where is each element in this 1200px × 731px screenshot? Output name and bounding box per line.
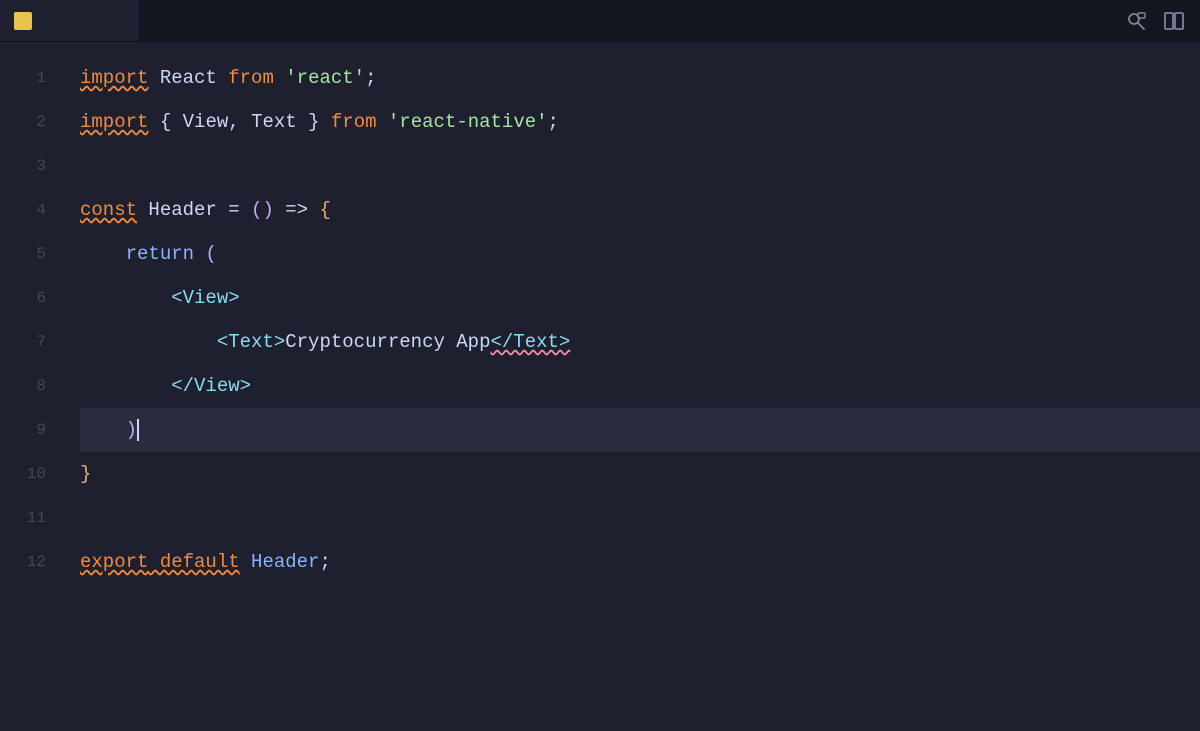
code-token: {	[319, 188, 330, 232]
file-tab[interactable]	[0, 0, 140, 41]
line-number: 5	[0, 232, 46, 276]
code-token: )	[126, 408, 137, 452]
code-line: const Header = () => {	[80, 188, 1200, 232]
split-editor-icon[interactable]	[1160, 7, 1188, 35]
code-token: 'react'	[274, 56, 365, 100]
line-number: 8	[0, 364, 46, 408]
code-token: Header	[137, 188, 228, 232]
code-token: ;	[365, 56, 376, 100]
code-token: }	[80, 452, 91, 496]
code-token: return	[126, 232, 194, 276]
line-number: 1	[0, 56, 46, 100]
code-token: }	[297, 100, 331, 144]
code-token: {	[148, 100, 182, 144]
line-number: 2	[0, 100, 46, 144]
line-number: 3	[0, 144, 46, 188]
code-line: )	[80, 408, 1200, 452]
code-token: ;	[548, 100, 559, 144]
code-token: </View>	[171, 364, 251, 408]
code-token: ,	[228, 100, 251, 144]
code-token: export	[80, 540, 148, 584]
code-line: }	[80, 452, 1200, 496]
code-line: import { View, Text } from 'react-native…	[80, 100, 1200, 144]
code-token: Cryptocurrency App	[285, 320, 490, 364]
code-token: =	[228, 188, 251, 232]
code-token: React	[148, 56, 228, 100]
code-token: default	[148, 540, 239, 584]
code-line	[80, 496, 1200, 540]
tab-close-button[interactable]	[52, 12, 70, 30]
code-token: import	[80, 100, 148, 144]
code-token: </Text>	[490, 320, 570, 364]
code-line: </View>	[80, 364, 1200, 408]
line-number: 11	[0, 496, 46, 540]
search-replace-icon[interactable]	[1122, 7, 1150, 35]
code-line: import React from 'react';	[80, 56, 1200, 100]
line-number: 7	[0, 320, 46, 364]
editor: 123456789101112 import React from 'react…	[0, 42, 1200, 731]
code-token: import	[80, 56, 148, 100]
code-token: from	[331, 100, 377, 144]
line-number: 12	[0, 540, 46, 584]
toolbar-right	[1122, 7, 1188, 35]
code-area[interactable]: import React from 'react';import { View,…	[60, 42, 1200, 731]
code-token: ;	[319, 540, 330, 584]
line-number: 6	[0, 276, 46, 320]
js-icon	[14, 12, 32, 30]
line-number: 9	[0, 408, 46, 452]
code-token: ()	[251, 188, 274, 232]
code-token: Header	[240, 540, 320, 584]
code-token: from	[228, 56, 274, 100]
text-cursor	[137, 419, 139, 441]
code-token: =>	[274, 188, 320, 232]
code-line	[80, 144, 1200, 188]
code-token: Text	[251, 100, 297, 144]
code-token: <Text>	[217, 320, 285, 364]
tab-bar	[0, 0, 1200, 42]
code-token: 'react-native'	[377, 100, 548, 144]
line-numbers: 123456789101112	[0, 42, 60, 731]
code-token: (	[194, 232, 217, 276]
code-line: <View>	[80, 276, 1200, 320]
code-line: return (	[80, 232, 1200, 276]
code-token: View	[183, 100, 229, 144]
line-number: 4	[0, 188, 46, 232]
code-line: export default Header;	[80, 540, 1200, 584]
line-number: 10	[0, 452, 46, 496]
code-token: <View>	[171, 276, 239, 320]
code-token: const	[80, 188, 137, 232]
code-line: <Text>Cryptocurrency App</Text>	[80, 320, 1200, 364]
